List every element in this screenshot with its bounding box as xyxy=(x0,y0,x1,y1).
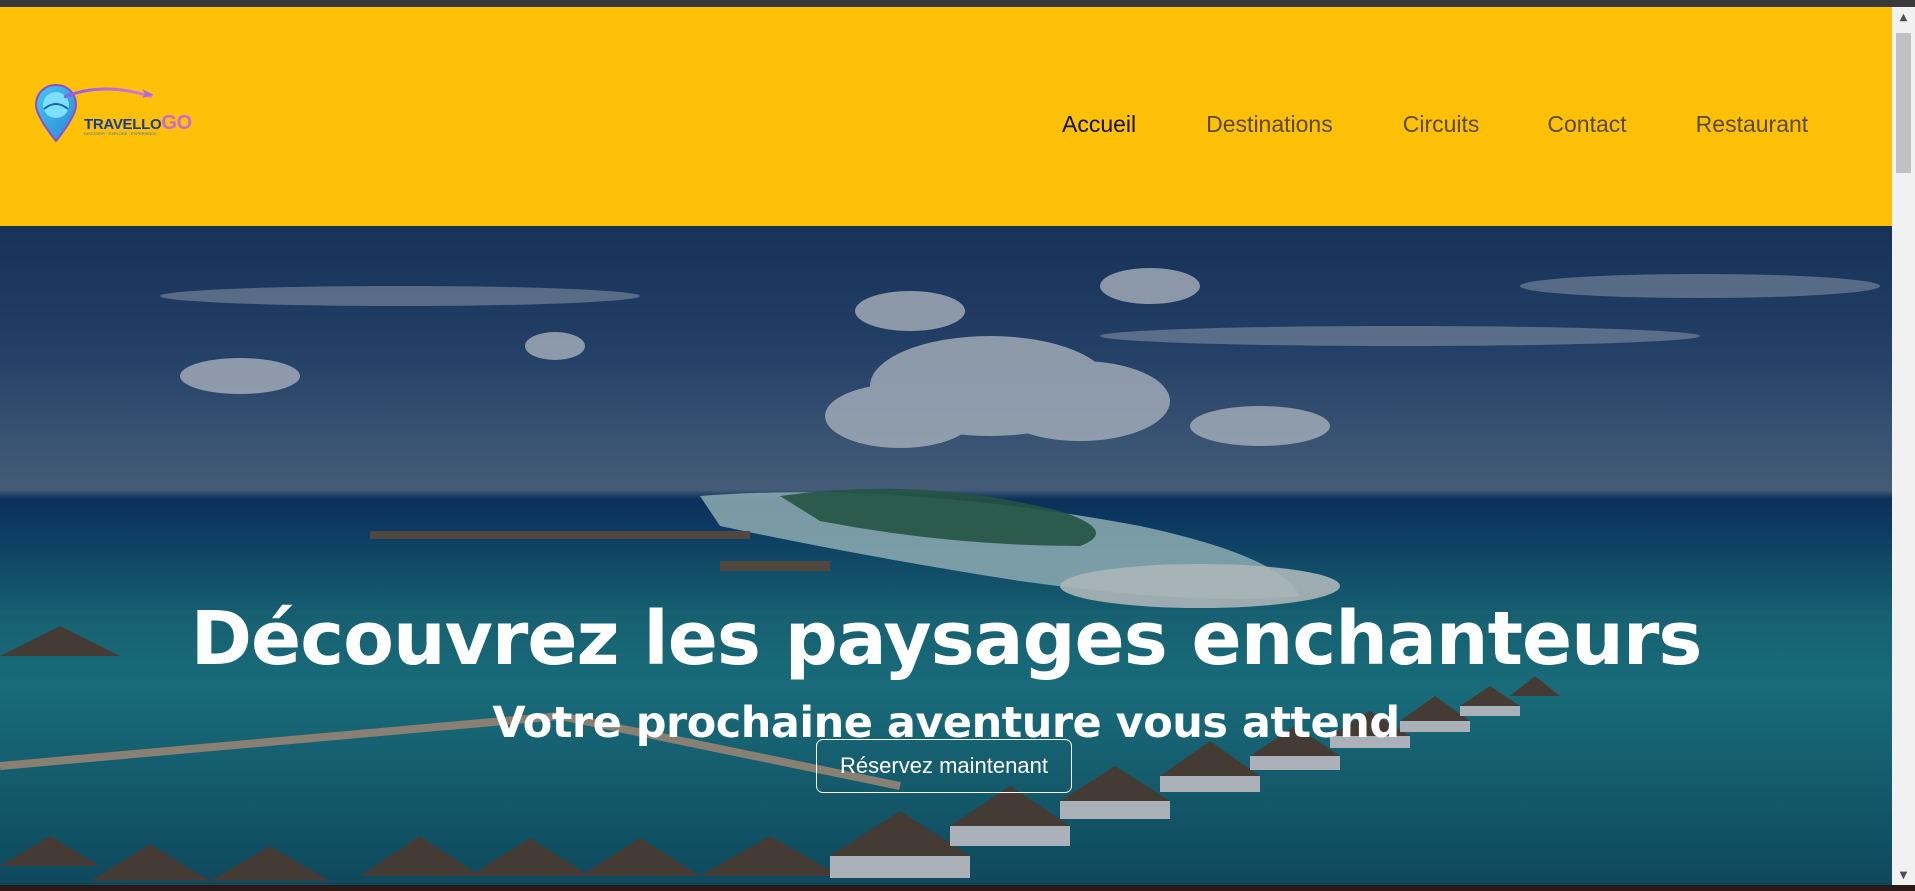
browser-viewport: TRAVELLOGO DISCOVER · EXPLORE · EXPERIEN… xyxy=(0,7,1892,885)
scrollbar-thumb[interactable] xyxy=(1896,33,1911,173)
book-now-button[interactable]: Réservez maintenant xyxy=(816,739,1072,793)
nav-link-destinations[interactable]: Destinations xyxy=(1206,111,1333,138)
nav-link-contact[interactable]: Contact xyxy=(1547,111,1626,138)
nav-link-accueil[interactable]: Accueil xyxy=(1062,111,1136,138)
brand-logo[interactable]: TRAVELLOGO DISCOVER · EXPLORE · EXPERIEN… xyxy=(34,83,194,149)
logo-word-go: GO xyxy=(161,112,192,134)
arrow-down-icon[interactable]: ▼ xyxy=(1892,865,1915,885)
window-bottom-edge xyxy=(0,885,1915,891)
main-nav: Accueil Destinations Circuits Contact Re… xyxy=(1062,111,1808,138)
nav-link-restaurant[interactable]: Restaurant xyxy=(1696,111,1809,138)
navbar: TRAVELLOGO DISCOVER · EXPLORE · EXPERIEN… xyxy=(0,7,1892,226)
hero-section: Découvrez les paysages enchanteurs Votre… xyxy=(0,226,1892,885)
hero-title: Découvrez les paysages enchanteurs xyxy=(190,595,1703,682)
page-scrollbar[interactable]: ▲ ▼ xyxy=(1892,7,1915,885)
nav-link-circuits[interactable]: Circuits xyxy=(1403,111,1480,138)
logo-tagline: DISCOVER · EXPLORE · EXPERIENCE xyxy=(84,131,157,136)
arrow-up-icon[interactable]: ▲ xyxy=(1892,7,1915,27)
